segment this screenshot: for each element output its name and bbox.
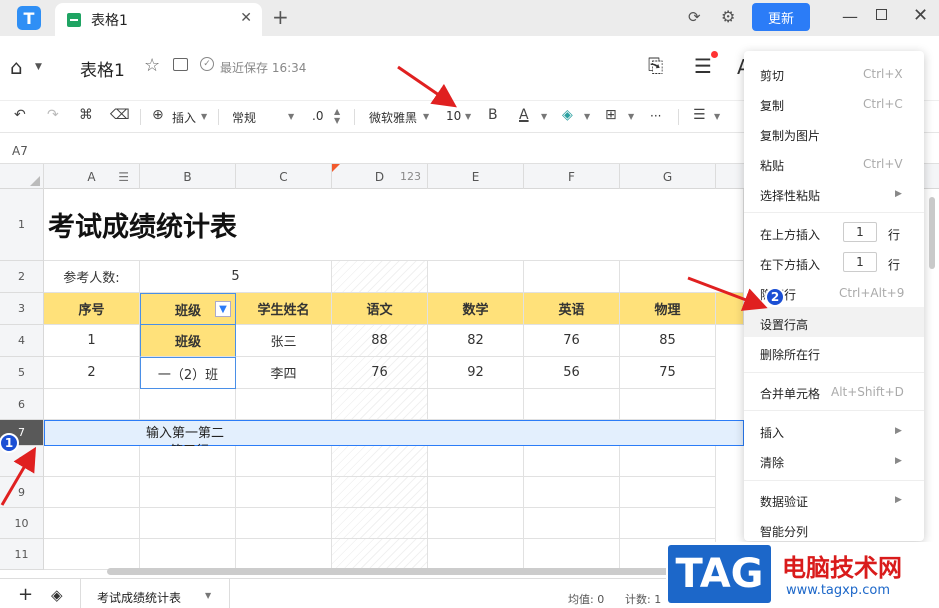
step-badge-2: 2 bbox=[765, 287, 785, 307]
arrow-font-size bbox=[397, 65, 457, 108]
annotation-arrows bbox=[0, 65, 768, 506]
watermark-logo: TAG bbox=[668, 545, 771, 603]
step-badge-1: 1 bbox=[0, 433, 19, 453]
arrow-set-row-height bbox=[687, 276, 768, 311]
watermark-url: www.tagxp.com bbox=[786, 583, 890, 598]
arrow-row-7 bbox=[0, 446, 37, 506]
watermark-name: 电脑技术网 bbox=[782, 554, 902, 582]
